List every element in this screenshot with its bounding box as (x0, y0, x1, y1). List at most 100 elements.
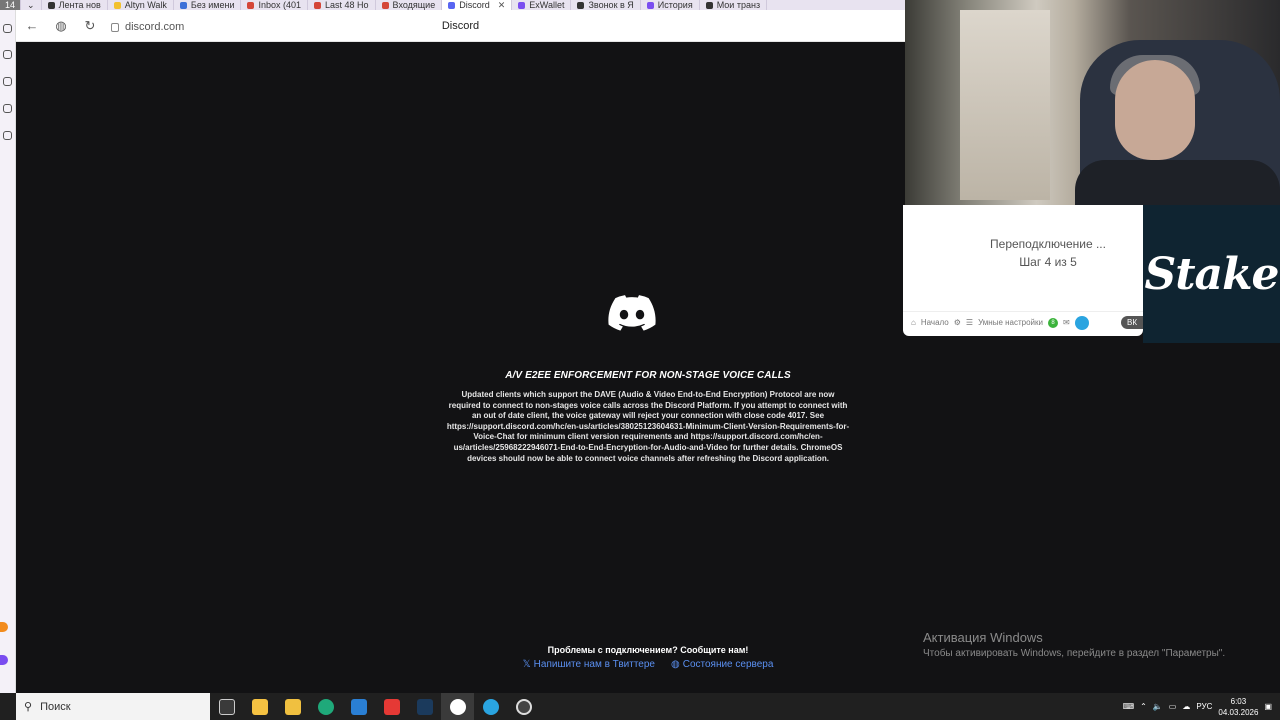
clock-time: 6:03 (1230, 696, 1247, 706)
browser-tab[interactable]: ExWallet (512, 0, 572, 10)
notification-icon[interactable]: ▣ (1264, 702, 1272, 711)
widget-toolbar: ⌂ Начало ⚙ ☰ Умные настройки 8 ✉ ВК (903, 311, 1143, 333)
tab-label: Без имени (190, 0, 235, 10)
tab-label: Inbox (401 (258, 0, 302, 10)
browser-tab[interactable]: Входящие (376, 0, 443, 10)
server-status-link[interactable]: ◍ Состояние сервера (671, 659, 773, 670)
clock-date: 04.03.2026 (1218, 707, 1259, 717)
tab-favicon-icon (381, 1, 389, 9)
yandex-browser-icon[interactable] (441, 693, 474, 720)
twitter-link[interactable]: 𝕏 Напишите нам в Твиттере (523, 659, 655, 670)
tab-label: Лента нов (58, 0, 101, 10)
tab-label: Звонок в Я (588, 0, 634, 10)
discord-logo-icon (608, 295, 656, 331)
tab-label: Last 48 Ho (325, 0, 369, 10)
connection-problem-text: Проблемы с подключением? Сообщите нам! (547, 645, 749, 655)
page-title: Discord (441, 20, 480, 32)
stake-logo-text: Stake (1144, 248, 1279, 300)
telegram-icon[interactable] (1074, 315, 1089, 330)
browser-tab[interactable]: Без имени (174, 0, 242, 10)
speaker-icon[interactable]: 🔈 (1153, 702, 1163, 711)
browser-sidebar (0, 10, 16, 693)
browser-tab[interactable]: Inbox (401 (241, 0, 309, 10)
file-explorer-icon[interactable] (276, 693, 309, 720)
tab-count: 14 (5, 0, 16, 10)
browser-tab[interactable]: Altyn Walk (108, 0, 174, 10)
onedrive-icon[interactable]: ☁ (1182, 702, 1190, 711)
browser-tab[interactable]: Лента нов (42, 0, 108, 10)
taskbar: ⚲ Поиск ⌨ ⌃ 🔈 ▭ ☁ РУС 6:03 04.03.2026 ▣ (0, 693, 1280, 720)
taskbar-search[interactable]: ⚲ Поиск (16, 693, 210, 720)
tab-favicon-icon (47, 1, 55, 9)
steam-icon[interactable] (408, 693, 441, 720)
menu-icon: ☰ (965, 318, 974, 327)
footer-links: 𝕏 Напишите нам в Твиттере ◍ Состояние серв… (470, 659, 826, 670)
network-icon[interactable]: ▭ (1169, 702, 1177, 711)
browser-tab[interactable]: Мои транз (700, 0, 768, 10)
store-icon[interactable] (243, 693, 276, 720)
gear-icon[interactable]: ⚙ (954, 318, 961, 327)
sidebar-icon[interactable] (3, 50, 12, 59)
stake-logo: Stake (1143, 205, 1280, 343)
clock[interactable]: 6:03 04.03.2026 (1218, 696, 1258, 718)
browser-tab[interactable]: Discord ✕ (442, 0, 513, 10)
system-tray: ⌨ ⌃ 🔈 ▭ ☁ РУС 6:03 04.03.2026 ▣ (1123, 696, 1280, 718)
yandex-icon[interactable] (375, 693, 408, 720)
sidebar-app-icon[interactable] (0, 622, 8, 632)
obs-icon[interactable] (507, 693, 540, 720)
sidebar-icon[interactable] (3, 24, 12, 33)
edge-icon[interactable] (309, 693, 342, 720)
browser-tab[interactable]: История (641, 0, 700, 10)
browser-tab[interactable]: Last 48 Ho (308, 0, 376, 10)
tab-favicon-icon (518, 1, 526, 9)
tab-label: Altyn Walk (124, 0, 167, 10)
server-status-label: Состояние сервера (682, 659, 774, 670)
close-tab-icon[interactable]: ✕ (498, 0, 506, 10)
tab-label: ExWallet (529, 0, 565, 10)
tab-favicon-icon (705, 1, 713, 9)
tab-label: Мои транз (716, 0, 761, 10)
notice-title: A/V E2EE ENFORCEMENT FOR NON-STAGE VOICE… (505, 370, 791, 381)
webcam-person-body (1075, 160, 1280, 205)
webcam-person-face (1115, 60, 1195, 160)
tab-list: Лента нов Altyn Walk Без имени Inbox (401 La… (42, 0, 768, 10)
keyboard-icon[interactable]: ⌨ (1123, 702, 1135, 711)
search-placeholder: Поиск (40, 700, 71, 713)
sidebar-icon[interactable] (3, 131, 12, 140)
notice-body: Updated clients which support the DAVE (… (446, 390, 850, 463)
tab-counter[interactable]: 14 (0, 0, 22, 10)
browser-tab-strip: 14 ⌄ Лента нов Altyn Walk Без имени Inbox (… (0, 0, 905, 10)
tab-list-chevron[interactable]: ⌄ (21, 0, 42, 10)
home-icon[interactable]: ⌂ (911, 318, 916, 327)
activation-title: Активация Windows (923, 630, 1043, 645)
mail-icon[interactable]: ✉ (1063, 318, 1070, 327)
sidebar-app-icon[interactable] (0, 655, 8, 665)
reconnect-widget: Переподключение ... Шаг 4 из 5 ⌂ Начало … (903, 205, 1143, 336)
tab-favicon-icon (179, 1, 187, 9)
chevron-down-icon: ⌄ (27, 0, 35, 10)
home-link[interactable]: Начало (921, 318, 949, 327)
mail-app-icon[interactable] (342, 693, 375, 720)
windows-activation-watermark: Активация Windows Чтобы активировать Win… (923, 630, 1225, 659)
discord-page (16, 42, 905, 693)
status-icon: ◍ (670, 659, 680, 670)
screen: 14 ⌄ Лента нов Altyn Walk Без имени Inbox (… (0, 0, 1280, 720)
telegram-app-icon[interactable] (474, 693, 507, 720)
language-indicator[interactable]: РУС (1196, 702, 1212, 711)
browser-tab[interactable]: Звонок в Я (571, 0, 641, 10)
tab-favicon-icon (448, 1, 456, 9)
tab-favicon-icon (247, 1, 255, 9)
webcam-background (960, 10, 1050, 200)
sidebar-icon[interactable] (3, 104, 12, 113)
start-button[interactable] (0, 693, 16, 720)
notification-badge: 8 (1048, 317, 1058, 328)
tab-favicon-icon (113, 1, 121, 9)
smart-settings-link[interactable]: Умные настройки (978, 318, 1043, 327)
vk-button[interactable]: ВК (1121, 316, 1143, 329)
tab-label: Discord (459, 0, 490, 10)
task-view-icon[interactable] (210, 693, 243, 720)
x-twitter-icon: 𝕏 (522, 659, 531, 670)
chevron-up-icon[interactable]: ⌃ (1140, 702, 1147, 711)
sidebar-icon[interactable] (3, 77, 12, 86)
search-icon: ⚲ (24, 701, 33, 713)
